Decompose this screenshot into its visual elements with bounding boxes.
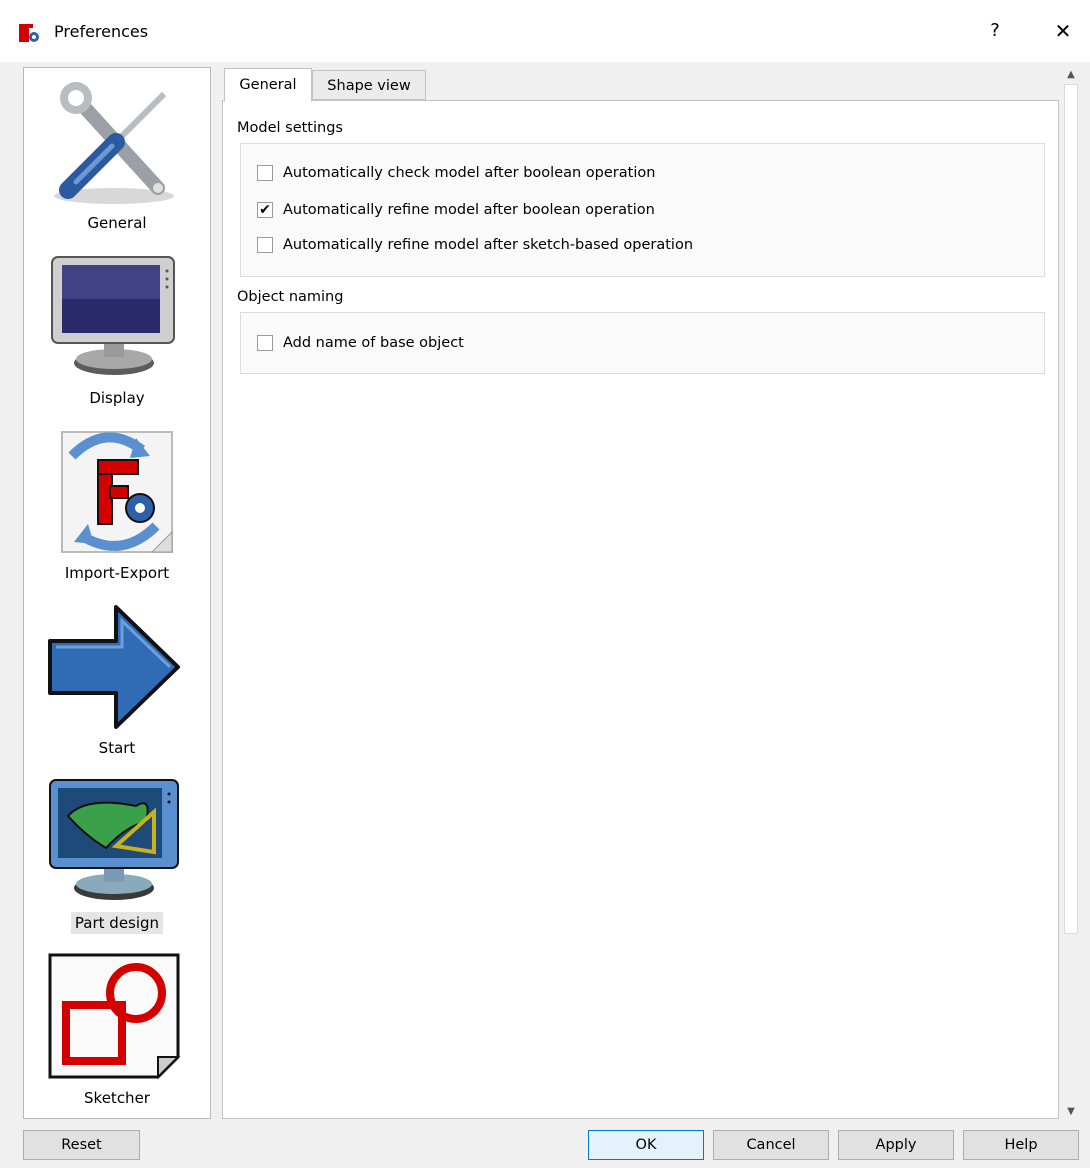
checkbox-label: Automatically refine model after sketch-… (283, 237, 694, 253)
window-title: Preferences (54, 22, 149, 41)
apply-button[interactable]: Apply (838, 1130, 954, 1160)
checkbox-label: Automatically refine model after boolean… (283, 202, 655, 218)
object-naming-group: Add name of base object (240, 312, 1045, 374)
tab-shape-view[interactable]: Shape view (312, 70, 426, 100)
checkbox-box[interactable]: ✔ (257, 202, 273, 218)
scroll-up-arrow-icon[interactable]: ▲ (1062, 66, 1080, 84)
help-button[interactable]: Help (963, 1130, 1079, 1160)
checkbox-box[interactable] (257, 237, 273, 253)
sidebar-item-general[interactable]: General (24, 68, 210, 242)
help-question-button[interactable]: ? (980, 14, 1010, 48)
checkbox-label: Automatically check model after boolean … (283, 165, 656, 181)
sidebar-item-label: Part design (70, 912, 164, 934)
sidebar-item-label: Import-Export (64, 564, 170, 582)
sketcher-icon (48, 953, 181, 1080)
model-settings-group: Automatically check model after boolean … (240, 143, 1045, 277)
close-button[interactable]: ✕ (1046, 14, 1080, 48)
sidebar-item-label: Start (98, 739, 136, 757)
import-export-icon (61, 431, 173, 553)
sidebar-item-part-design[interactable]: Part design (24, 768, 210, 942)
sidebar-item-sketcher[interactable]: Sketcher (24, 943, 210, 1117)
general-tab-panel: Model settings Automatically check model… (222, 100, 1059, 1119)
cancel-button[interactable]: Cancel (713, 1130, 829, 1160)
model-settings-title: Model settings (237, 120, 343, 136)
sidebar-item-start[interactable]: Start (24, 593, 210, 767)
sidebar-item-label: General (87, 214, 147, 232)
preferences-category-list: General Display Import-Export Start Part… (23, 67, 211, 1119)
tab-general[interactable]: General (224, 68, 312, 102)
object-naming-title: Object naming (237, 289, 344, 305)
scroll-down-arrow-icon[interactable]: ▼ (1062, 1103, 1080, 1121)
sidebar-item-label: Sketcher (84, 1089, 150, 1107)
vertical-scrollbar[interactable]: ▲ ▼ (1062, 66, 1080, 1121)
reset-button[interactable]: Reset (23, 1130, 140, 1160)
wrench-screwdriver-icon (54, 82, 174, 204)
add-base-object-name-checkbox[interactable]: Add name of base object (257, 332, 464, 354)
monitor-icon (51, 256, 175, 375)
title-bar: Preferences ? ✕ (0, 0, 1090, 62)
arrow-right-icon (48, 605, 180, 729)
sidebar-item-label: Display (89, 389, 145, 407)
preferences-dialog: Preferences ? ✕ General Display Import-E… (0, 0, 1090, 1168)
checkbox-box[interactable] (257, 165, 273, 181)
sidebar-item-display[interactable]: Display (24, 243, 210, 417)
checkbox-label: Add name of base object (283, 335, 464, 351)
check-model-after-boolean-checkbox[interactable]: Automatically check model after boolean … (257, 162, 655, 184)
part-design-icon (49, 779, 179, 900)
sidebar-item-import-export[interactable]: Import-Export (24, 418, 210, 592)
freecad-app-icon (19, 24, 39, 42)
refine-model-after-sketch-checkbox[interactable]: Automatically refine model after sketch-… (257, 234, 693, 256)
refine-model-after-boolean-checkbox[interactable]: ✔ Automatically refine model after boole… (257, 199, 655, 221)
ok-button[interactable]: OK (588, 1130, 704, 1160)
checkbox-box[interactable] (257, 335, 273, 351)
checkmark-icon: ✔ (259, 202, 271, 218)
scrollbar-thumb[interactable] (1064, 84, 1078, 934)
